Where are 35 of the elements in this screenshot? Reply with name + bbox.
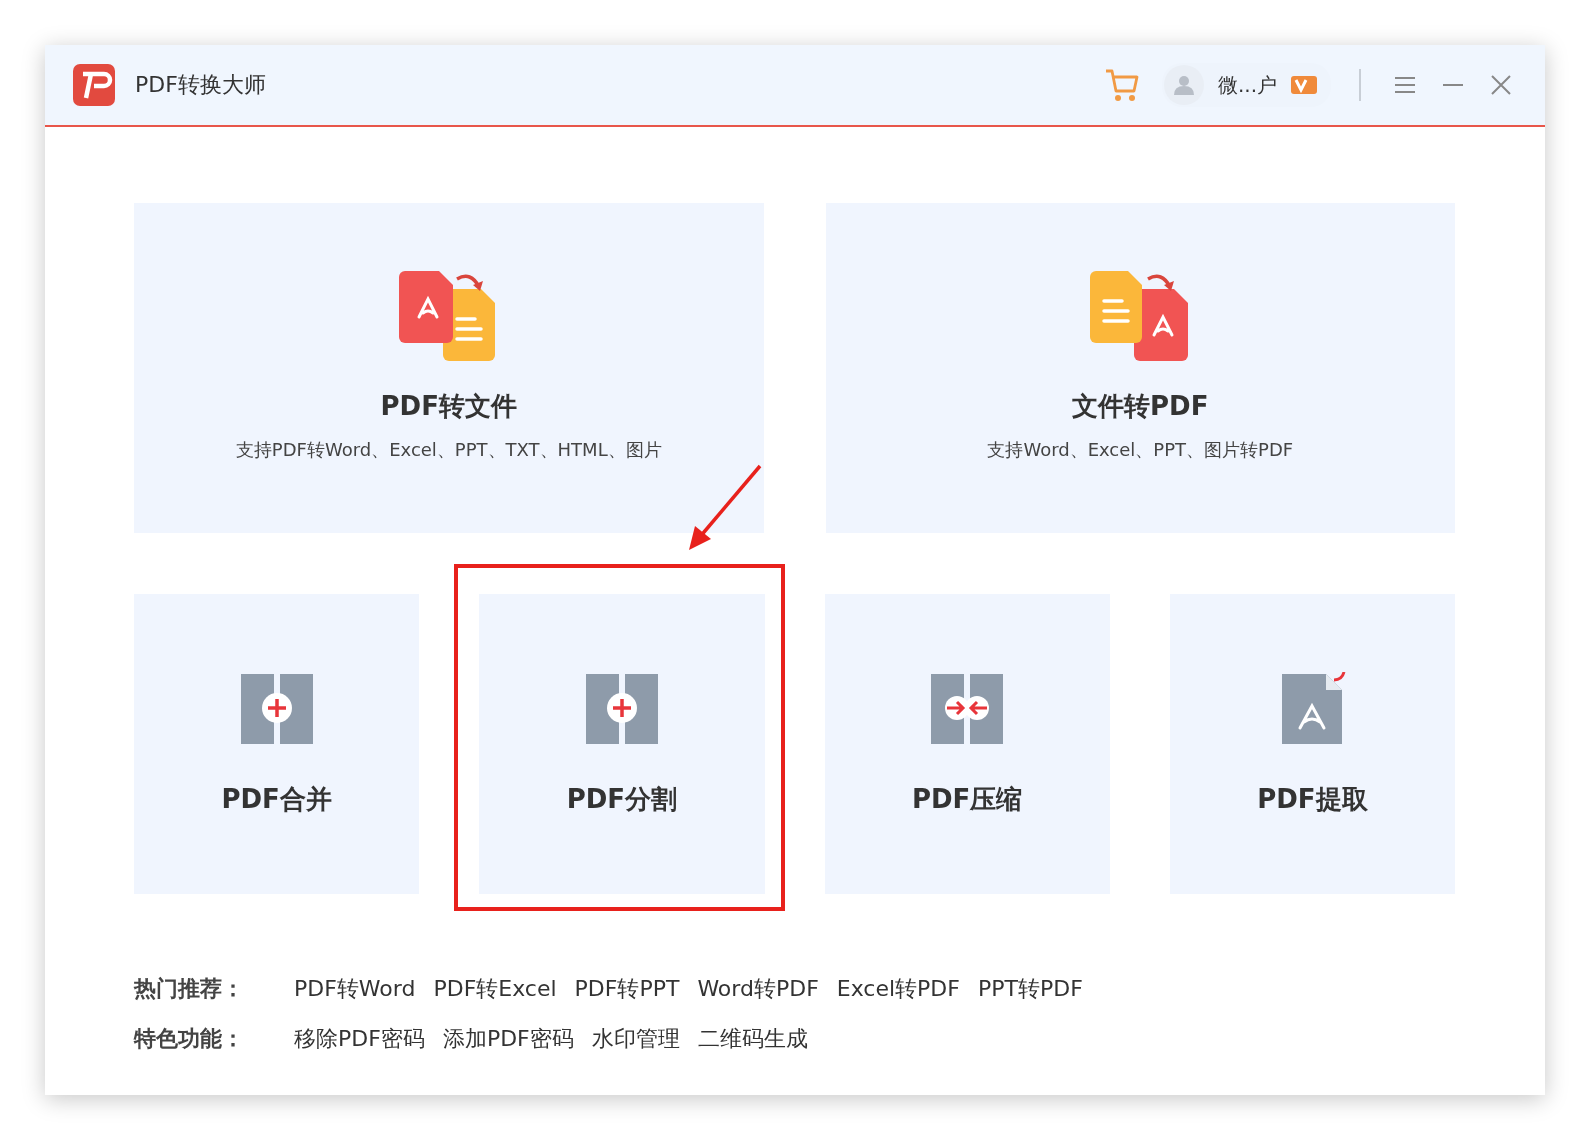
section-label: 特色功能： <box>134 1025 245 1053</box>
avatar-icon <box>1163 65 1204 105</box>
section-label: 热门推荐： <box>134 975 245 1003</box>
vip-badge-icon <box>1291 76 1317 94</box>
tool-title: PDF转文件 <box>380 390 517 423</box>
tool-title: PDF合并 <box>221 783 332 816</box>
feature-link[interactable]: PPT转PDF <box>977 974 1083 1004</box>
feature-link[interactable]: PDF转PPT <box>574 974 680 1004</box>
feature-link[interactable]: PDF转Excel <box>433 974 557 1004</box>
tool-card[interactable]: PDF合并 <box>134 594 420 894</box>
document-to-pdf-icon <box>1090 271 1191 361</box>
tool-title: PDF压缩 <box>911 783 1023 816</box>
tool-title: PDF提取 <box>1257 783 1368 816</box>
feature-link[interactable]: 二维码生成 <box>697 1024 808 1054</box>
user-name: 微...户 <box>1217 71 1277 99</box>
feature-link[interactable]: 添加PDF密码 <box>442 1024 574 1054</box>
close-icon <box>1489 73 1513 97</box>
tool-card[interactable]: PDF提取 <box>1169 594 1455 894</box>
tool-description: 支持PDF转Word、Excel、PPT、TXT、HTML、图片 <box>235 438 662 462</box>
feature-link[interactable]: Excel转PDF <box>836 974 960 1004</box>
feature-link[interactable]: PDF转Word <box>294 974 416 1004</box>
tool-card[interactable]: PDF分割 <box>479 594 765 894</box>
cart-icon <box>1103 67 1140 103</box>
tool-title: PDF分割 <box>566 783 678 816</box>
tool-card[interactable]: 文件转PDF 支持Word、Excel、PPT、图片转PDF <box>825 203 1455 533</box>
feature-link[interactable]: 移除PDF密码 <box>294 1024 425 1054</box>
tool-card[interactable]: PDF转文件 支持PDF转Word、Excel、PPT、TXT、HTML、图片 <box>134 203 764 533</box>
tool-description: 支持Word、Excel、PPT、图片转PDF <box>987 438 1294 462</box>
minimize-icon <box>1443 84 1463 86</box>
feature-link[interactable]: Word转PDF <box>697 974 819 1004</box>
window-title: PDF转换大师 <box>135 71 266 99</box>
feature-link[interactable]: 水印管理 <box>591 1024 680 1054</box>
tool-card[interactable]: PDF压缩 <box>824 594 1110 894</box>
app-logo-icon <box>73 64 115 106</box>
tool-title: 文件转PDF <box>1072 390 1209 423</box>
